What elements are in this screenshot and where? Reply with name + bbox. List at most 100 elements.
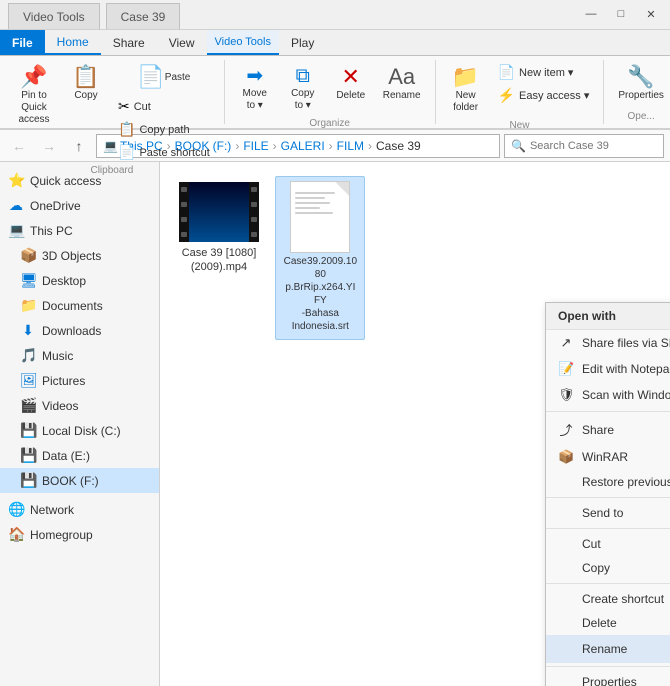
case39-tab[interactable]: Case 39 (106, 3, 181, 29)
mp4-file-item[interactable]: Case 39 [1080](2009).mp4 (174, 176, 264, 281)
sidebar-item-data-e[interactable]: 💾 Data (E:) (0, 443, 159, 468)
paste-button[interactable]: 📄 Paste (112, 62, 216, 94)
sidebar-item-documents[interactable]: 📁 Documents (0, 293, 159, 318)
ctx-rename[interactable]: Rename ← (546, 635, 670, 663)
minimize-button[interactable]: — (576, 4, 606, 24)
file-tab[interactable]: File (0, 30, 45, 55)
bc-file[interactable]: FILE (243, 139, 268, 153)
copy-path-label: Copy path (139, 124, 189, 136)
data-e-icon: 💾 (20, 447, 36, 464)
organize-buttons: ➡ Moveto ▾ ⧉ Copyto ▾ ✕ Delete Aa Rename (233, 62, 427, 116)
maximize-button[interactable]: □ (606, 4, 636, 24)
paste-shortcut-button[interactable]: 📄 Paste shortcut (112, 142, 216, 163)
ctx-cut[interactable]: Cut (546, 532, 670, 556)
sidebar-item-local-disk-c[interactable]: 💾 Local Disk (C:) (0, 418, 159, 443)
ctx-delete[interactable]: Delete (546, 611, 670, 635)
ctx-send-to[interactable]: Send to › (546, 501, 670, 525)
new-group: 📁 Newfolder 📄 New item ▾ ⚡ Easy access ▾… (436, 60, 605, 124)
sidebar-item-quick-access[interactable]: ⭐ Quick access (0, 168, 159, 193)
cut-icon: ✂ (118, 98, 130, 115)
shareit-label: Share files via SHAREit (582, 336, 670, 350)
properties-button[interactable]: 🔧 Properties (612, 62, 670, 106)
film-strip-right (249, 182, 259, 242)
onedrive-label: OneDrive (30, 199, 81, 213)
organize-group: ➡ Moveto ▾ ⧉ Copyto ▾ ✕ Delete Aa Rename… (225, 60, 436, 124)
open-label: Ope... (628, 111, 655, 122)
ctx-sep-2 (546, 497, 670, 498)
winrar-label: WinRAR (582, 450, 670, 464)
copy-path-button[interactable]: 📋 Copy path (112, 119, 216, 140)
sidebar-item-network[interactable]: 🌐 Network (0, 497, 159, 522)
new-folder-button[interactable]: 📁 Newfolder (444, 62, 488, 118)
easy-access-label: Easy access ▾ (519, 89, 589, 102)
3d-objects-icon: 📦 (20, 247, 36, 264)
ctx-edit-notepad[interactable]: 📝 Edit with Notepad++ (546, 356, 670, 382)
sidebar-item-onedrive[interactable]: ☁ OneDrive (0, 193, 159, 218)
film-strip-left (179, 182, 189, 242)
copy-button[interactable]: 📋 Copy (64, 62, 108, 106)
search-icon: 🔍 (511, 139, 526, 153)
ctx-share[interactable]: ⤴ Share (546, 415, 670, 444)
sidebar-item-pictures[interactable]: 🖼 Pictures (0, 368, 159, 393)
paste-label: Paste (165, 72, 191, 84)
pin-button[interactable]: 📌 Pin to Quickaccess (8, 62, 60, 130)
search-bar[interactable]: 🔍 (504, 134, 664, 158)
bc-galeri[interactable]: GALERI (281, 139, 325, 153)
main-area: ⭐ Quick access ☁ OneDrive 💻 This PC 📦 3D… (0, 162, 670, 686)
video-tools-tab[interactable]: Video Tools (8, 3, 100, 29)
sidebar-item-this-pc[interactable]: 💻 This PC (0, 218, 159, 243)
srt-thumbnail-container (280, 183, 360, 251)
sidebar-item-music[interactable]: 🎵 Music (0, 343, 159, 368)
search-input[interactable] (530, 140, 657, 152)
downloads-label: Downloads (42, 324, 101, 338)
rename-label: Rename (383, 90, 421, 102)
ctx-copy[interactable]: Copy (546, 556, 670, 580)
view-tab[interactable]: View (157, 30, 207, 55)
sidebar-item-videos[interactable]: 🎬 Videos (0, 393, 159, 418)
book-f-icon: 💾 (20, 472, 36, 489)
local-disk-c-label: Local Disk (C:) (42, 424, 121, 438)
rename-button[interactable]: Aa Rename (377, 62, 427, 106)
content-area: Case 39 [1080](2009).mp4 Case39.2009.108… (160, 162, 670, 686)
pin-icon: 📌 (20, 66, 47, 88)
easy-access-button[interactable]: ⚡ Easy access ▾ (492, 85, 596, 106)
clipboard-small-buttons: ✂ Cut 📋 Copy path 📄 Paste shortcut (112, 96, 216, 163)
srt-file-item[interactable]: Case39.2009.1080p.BrRip.x264.YIFY-Bahasa… (275, 176, 365, 340)
new-buttons: 📁 Newfolder 📄 New item ▾ ⚡ Easy access ▾ (444, 62, 596, 118)
ctx-restore[interactable]: Restore previous versions (546, 470, 670, 494)
ctx-properties[interactable]: Properties (546, 670, 670, 686)
properties-icon: 🔧 (627, 66, 654, 88)
sidebar-item-book-f[interactable]: 💾 BOOK (F:) (0, 468, 159, 493)
sidebar-item-homegroup[interactable]: 🏠 Homegroup (0, 522, 159, 547)
clipboard-group: 📌 Pin to Quickaccess 📋 Copy 📄 Paste ✂ Cu… (0, 60, 225, 124)
open-buttons: 🔧 Properties (612, 62, 670, 109)
sidebar-item-3d-objects[interactable]: 📦 3D Objects (0, 243, 159, 268)
winrar-icon: 📦 (558, 449, 574, 465)
move-to-button[interactable]: ➡ Moveto ▾ (233, 62, 277, 116)
sidebar-item-downloads[interactable]: ⬇ Downloads (0, 318, 159, 343)
delete-icon: ✕ (342, 66, 360, 88)
delete-button[interactable]: ✕ Delete (329, 62, 373, 106)
ribbon-tabs: File Home Share View Video Tools Play (0, 30, 670, 56)
close-button[interactable]: ✕ (636, 4, 666, 24)
bc-film[interactable]: FILM (337, 139, 364, 153)
cut-label: Cut (134, 101, 151, 113)
homegroup-label: Homegroup (30, 528, 93, 542)
ctx-winrar[interactable]: 📦 WinRAR › (546, 444, 670, 470)
ctx-create-shortcut[interactable]: Create shortcut (546, 587, 670, 611)
clipboard-buttons: 📌 Pin to Quickaccess 📋 Copy 📄 Paste ✂ Cu… (8, 62, 216, 163)
new-item-button[interactable]: 📄 New item ▾ (492, 62, 596, 83)
home-tab[interactable]: Home (45, 30, 101, 55)
sidebar-item-desktop[interactable]: 🖥 Desktop (0, 268, 159, 293)
cut-button[interactable]: ✂ Cut (112, 96, 216, 117)
open-group: 🔧 Properties Ope... (604, 60, 670, 124)
play-tab[interactable]: Play (279, 30, 326, 55)
ctx-share-shareit[interactable]: ↗ Share files via SHAREit (546, 330, 670, 356)
mp4-thumbnail (179, 182, 259, 242)
copy-to-button[interactable]: ⧉ Copyto ▾ (281, 62, 325, 116)
ctx-scan-defender[interactable]: 🛡 Scan with Windows Defender... (546, 382, 670, 408)
share-tab[interactable]: Share (101, 30, 157, 55)
music-icon: 🎵 (20, 347, 36, 364)
quick-access-icon: ⭐ (8, 172, 24, 189)
delete-ctx-label: Delete (582, 616, 670, 630)
